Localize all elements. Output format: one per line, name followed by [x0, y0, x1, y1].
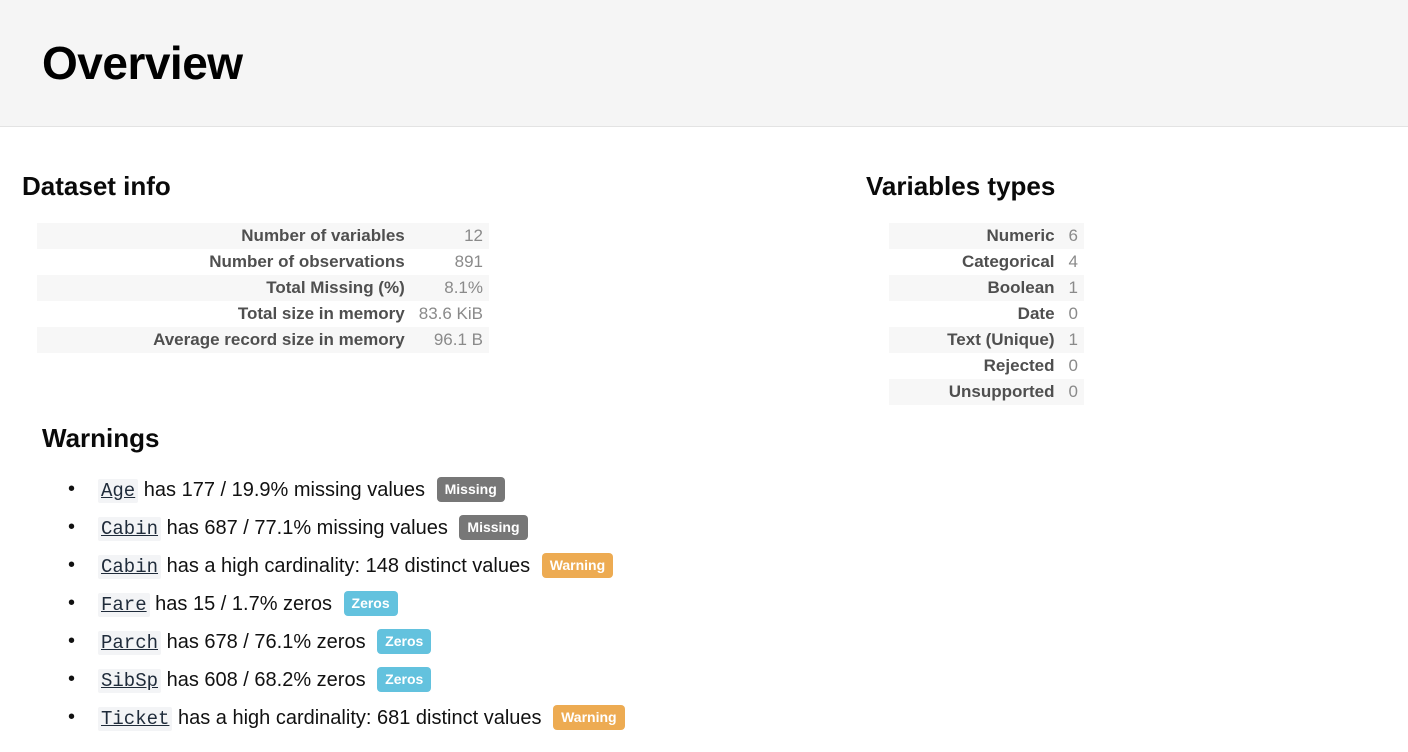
table-row: Total size in memory 83.6 KiB [37, 301, 489, 327]
dataset-info-title: Dataset info [22, 173, 492, 199]
variable-link[interactable]: Age [98, 479, 138, 503]
row-value: 0 [1065, 301, 1084, 327]
page-title: Overview [42, 40, 243, 86]
row-value: 12 [415, 223, 489, 249]
list-item: Parch has 678 / 76.1% zeros Zeros [68, 629, 1142, 655]
status-badge: Zeros [377, 667, 431, 692]
dataset-info-table-wrap: Number of variables 12 Number of observa… [37, 223, 489, 353]
row-label: Text (Unique) [889, 327, 1065, 353]
row-label: Categorical [889, 249, 1065, 275]
row-value: 96.1 B [415, 327, 489, 353]
variables-types-title: Variables types [866, 173, 1086, 199]
row-value: 4 [1065, 249, 1084, 275]
table-row: Boolean 1 [889, 275, 1084, 301]
warning-message: has 678 / 76.1% zeros [167, 631, 366, 653]
table-row: Total Missing (%) 8.1% [37, 275, 489, 301]
variables-types-table-wrap: Numeric 6 Categorical 4 Boolean 1 Date 0 [889, 223, 1084, 405]
table-row: Text (Unique) 1 [889, 327, 1084, 353]
row-value: 0 [1065, 379, 1084, 405]
table-row: Rejected 0 [889, 353, 1084, 379]
row-value: 0 [1065, 353, 1084, 379]
row-label: Numeric [889, 223, 1065, 249]
status-badge: Missing [459, 515, 527, 540]
warnings-title: Warnings [42, 425, 1142, 451]
warning-message: has 15 / 1.7% zeros [155, 593, 332, 615]
status-badge: Zeros [377, 629, 431, 654]
variable-link[interactable]: Ticket [98, 707, 172, 731]
warnings-panel: Warnings Age has 177 / 19.9% missing val… [42, 425, 1142, 743]
row-label: Number of observations [37, 249, 415, 275]
status-badge: Warning [553, 705, 624, 730]
row-label: Number of variables [37, 223, 415, 249]
status-badge: Zeros [344, 591, 398, 616]
row-value: 83.6 KiB [415, 301, 489, 327]
table-row: Number of variables 12 [37, 223, 489, 249]
dataset-info-table-body: Number of variables 12 Number of observa… [37, 223, 489, 353]
table-row: Average record size in memory 96.1 B [37, 327, 489, 353]
row-label: Rejected [889, 353, 1065, 379]
list-item: Ticket has a high cardinality: 681 disti… [68, 705, 1142, 731]
list-item: SibSp has 608 / 68.2% zeros Zeros [68, 667, 1142, 693]
table-row: Number of observations 891 [37, 249, 489, 275]
dataset-info-table: Number of variables 12 Number of observa… [37, 223, 489, 353]
table-row: Unsupported 0 [889, 379, 1084, 405]
list-item: Cabin has 687 / 77.1% missing values Mis… [68, 515, 1142, 541]
row-label: Boolean [889, 275, 1065, 301]
list-item: Cabin has a high cardinality: 148 distin… [68, 553, 1142, 579]
table-row: Numeric 6 [889, 223, 1084, 249]
variables-types-table-body: Numeric 6 Categorical 4 Boolean 1 Date 0 [889, 223, 1084, 405]
row-label: Date [889, 301, 1065, 327]
list-item: Fare has 15 / 1.7% zeros Zeros [68, 591, 1142, 617]
variable-link[interactable]: Cabin [98, 517, 161, 541]
warning-message: has 687 / 77.1% missing values [167, 517, 448, 539]
row-label: Unsupported [889, 379, 1065, 405]
warnings-list: Age has 177 / 19.9% missing values Missi… [42, 477, 1142, 731]
warning-message: has a high cardinality: 681 distinct val… [178, 707, 542, 729]
page-header: Overview [0, 0, 1408, 127]
row-value: 891 [415, 249, 489, 275]
warning-message: has 608 / 68.2% zeros [167, 669, 366, 691]
variables-types-panel: Variables types Numeric 6 Categorical 4 … [866, 173, 1086, 405]
variable-link[interactable]: Cabin [98, 555, 161, 579]
variable-link[interactable]: Fare [98, 593, 150, 617]
status-badge: Warning [542, 553, 613, 578]
warning-message: has a high cardinality: 148 distinct val… [167, 555, 531, 577]
dataset-info-panel: Dataset info Number of variables 12 Numb… [22, 173, 492, 353]
table-row: Categorical 4 [889, 249, 1084, 275]
row-value: 6 [1065, 223, 1084, 249]
row-label: Total size in memory [37, 301, 415, 327]
row-value: 8.1% [415, 275, 489, 301]
variable-link[interactable]: SibSp [98, 669, 161, 693]
row-label: Average record size in memory [37, 327, 415, 353]
warning-message: has 177 / 19.9% missing values [144, 479, 425, 501]
row-value: 1 [1065, 327, 1084, 353]
table-row: Date 0 [889, 301, 1084, 327]
row-value: 1 [1065, 275, 1084, 301]
row-label: Total Missing (%) [37, 275, 415, 301]
variables-types-table: Numeric 6 Categorical 4 Boolean 1 Date 0 [889, 223, 1084, 405]
variable-link[interactable]: Parch [98, 631, 161, 655]
status-badge: Missing [437, 477, 505, 502]
list-item: Age has 177 / 19.9% missing values Missi… [68, 477, 1142, 503]
